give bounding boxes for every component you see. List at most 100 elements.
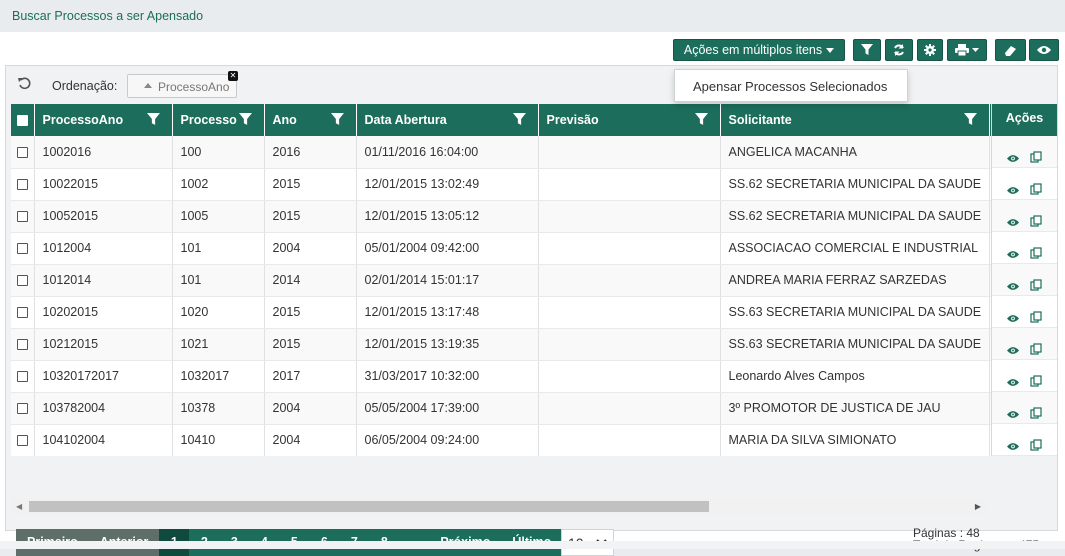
cell-solicitante: SS.62 SECRETARIA MUNICIPAL DA SAUDE	[720, 200, 991, 233]
sort-chip[interactable]: ProcessoAno	[127, 74, 237, 98]
view-button[interactable]	[1029, 39, 1059, 61]
cell-previsao	[538, 200, 721, 233]
cell-ano: 2015	[264, 296, 357, 329]
row-checkbox[interactable]	[16, 275, 28, 287]
row-select-cell	[11, 264, 35, 297]
filter-icon[interactable]	[512, 113, 526, 126]
cell-processoano: 1012004	[34, 232, 173, 265]
column-header-ano[interactable]: Ano	[264, 104, 357, 136]
filter-button[interactable]	[853, 39, 881, 61]
row-checkbox[interactable]	[16, 339, 28, 351]
undo-icon[interactable]	[18, 77, 31, 90]
row-checkbox[interactable]	[16, 307, 28, 319]
row-checkbox[interactable]	[16, 243, 28, 255]
table-row[interactable]: 10202015 1020 2015 12/01/2015 13:17:48 SS.63…	[11, 296, 1051, 329]
column-header-solicitante[interactable]: Solicitante	[720, 104, 991, 136]
eye-icon[interactable]	[1007, 410, 1019, 419]
row-select-cell	[11, 136, 35, 169]
settings-button[interactable]	[917, 39, 943, 61]
scroll-right-arrow[interactable]: ▶	[975, 502, 981, 511]
page-title: Buscar Processos a ser Apensado	[12, 9, 204, 23]
eye-icon[interactable]	[1007, 346, 1019, 355]
select-all-checkbox[interactable]	[16, 115, 28, 127]
eye-icon[interactable]	[1007, 250, 1019, 259]
copy-icon[interactable]	[1030, 247, 1042, 259]
column-header-previsao[interactable]: Previsão	[538, 104, 721, 136]
page-header: Buscar Processos a ser Apensado	[0, 0, 1065, 32]
refresh-button[interactable]	[885, 39, 913, 61]
eye-icon[interactable]	[1007, 378, 1019, 387]
table-row[interactable]: 1012014 101 2014 02/01/2014 15:01:17 ANDREA …	[11, 264, 1051, 297]
row-checkbox[interactable]	[16, 211, 28, 223]
close-icon[interactable]: ✕	[228, 71, 238, 81]
cell-data: 12/01/2015 13:19:35	[356, 328, 539, 361]
cell-ano: 2015	[264, 168, 357, 201]
table-row[interactable]: 10212015 1021 2015 12/01/2015 13:19:35 SS.63…	[11, 328, 1051, 361]
cell-data: 02/01/2014 15:01:17	[356, 264, 539, 297]
row-checkbox[interactable]	[16, 146, 28, 158]
cell-processo: 10378	[172, 392, 265, 425]
copy-icon[interactable]	[1030, 407, 1042, 419]
table-row[interactable]: 104102004 10410 2004 06/05/2004 09:24:00 MAR…	[11, 424, 1051, 456]
print-button[interactable]	[947, 39, 987, 61]
cell-data: 12/01/2015 13:05:12	[356, 200, 539, 233]
horizontal-scrollbar[interactable]: ◀ ▶	[11, 498, 986, 514]
column-label: Processo	[180, 113, 237, 127]
row-checkbox[interactable]	[16, 179, 28, 191]
cell-data: 05/01/2004 09:42:00	[356, 232, 539, 265]
copy-icon[interactable]	[1030, 311, 1042, 323]
copy-icon[interactable]	[1030, 343, 1042, 355]
copy-icon[interactable]	[1030, 439, 1042, 451]
cell-solicitante: ASSOCIACAO COMERCIAL E INDUSTRIAL	[720, 232, 991, 265]
eye-icon[interactable]	[1007, 282, 1019, 291]
eye-icon[interactable]	[1007, 218, 1019, 227]
column-header-processo[interactable]: Processo	[172, 104, 265, 136]
row-checkbox[interactable]	[16, 435, 28, 447]
eye-icon[interactable]	[1007, 186, 1019, 195]
table-row[interactable]: 10320172017 1032017 2017 31/03/2017 10:32:0…	[11, 360, 1051, 393]
menu-item-attach-selected[interactable]: Apensar Processos Selecionados	[693, 79, 887, 94]
cell-ano: 2017	[264, 360, 357, 393]
copy-icon[interactable]	[1030, 215, 1042, 227]
table-row[interactable]: 1002016 100 2016 01/11/2016 16:04:00 ANGELIC…	[11, 136, 1051, 169]
table-row[interactable]: 103782004 10378 2004 05/05/2004 17:39:00 3º …	[11, 392, 1051, 425]
row-actions	[992, 328, 1057, 360]
copy-icon[interactable]	[1030, 183, 1042, 195]
column-label: Ano	[272, 113, 297, 127]
table-row[interactable]: 10022015 1002 2015 12/01/2015 13:02:49 SS.62…	[11, 168, 1051, 201]
column-header-processoano[interactable]: ProcessoAno	[34, 104, 173, 136]
filter-icon[interactable]	[964, 113, 978, 126]
cell-processoano: 1012014	[34, 264, 173, 297]
copy-icon[interactable]	[1030, 151, 1042, 163]
filter-icon[interactable]	[694, 113, 708, 126]
filter-icon[interactable]	[238, 113, 252, 126]
copy-icon[interactable]	[1030, 279, 1042, 291]
copy-icon[interactable]	[1030, 375, 1042, 387]
eye-icon[interactable]	[1007, 442, 1019, 451]
row-checkbox[interactable]	[16, 371, 28, 383]
cell-processo: 100	[172, 136, 265, 169]
bulk-actions-button[interactable]: Ações em múltiplos itens	[673, 39, 845, 61]
cell-ano: 2004	[264, 232, 357, 265]
table-row[interactable]: 1012004 101 2004 05/01/2004 09:42:00 ASSOCIA…	[11, 232, 1051, 265]
table-row[interactable]: 10052015 1005 2015 12/01/2015 13:05:12 SS.62…	[11, 200, 1051, 233]
row-actions	[992, 200, 1057, 232]
cell-previsao	[538, 232, 721, 265]
eye-icon[interactable]	[1007, 154, 1019, 163]
cell-processoano: 1002016	[34, 136, 173, 169]
column-label: ProcessoAno	[42, 113, 124, 127]
clear-filters-button[interactable]	[995, 39, 1026, 61]
eye-icon[interactable]	[1007, 314, 1019, 323]
scrollbar-thumb[interactable]	[29, 501, 709, 512]
scroll-left-arrow[interactable]: ◀	[16, 502, 22, 511]
row-checkbox[interactable]	[16, 403, 28, 415]
filter-icon[interactable]	[146, 113, 160, 126]
cell-processo: 1021	[172, 328, 265, 361]
cell-processo: 101	[172, 264, 265, 297]
column-header-data-abertura[interactable]: Data Abertura	[356, 104, 539, 136]
filter-icon[interactable]	[330, 113, 344, 126]
sort-label: Ordenação:	[52, 79, 118, 93]
cell-processoano: 10212015	[34, 328, 173, 361]
actions-column: Ações	[991, 104, 1057, 456]
row-select-cell	[11, 424, 35, 456]
